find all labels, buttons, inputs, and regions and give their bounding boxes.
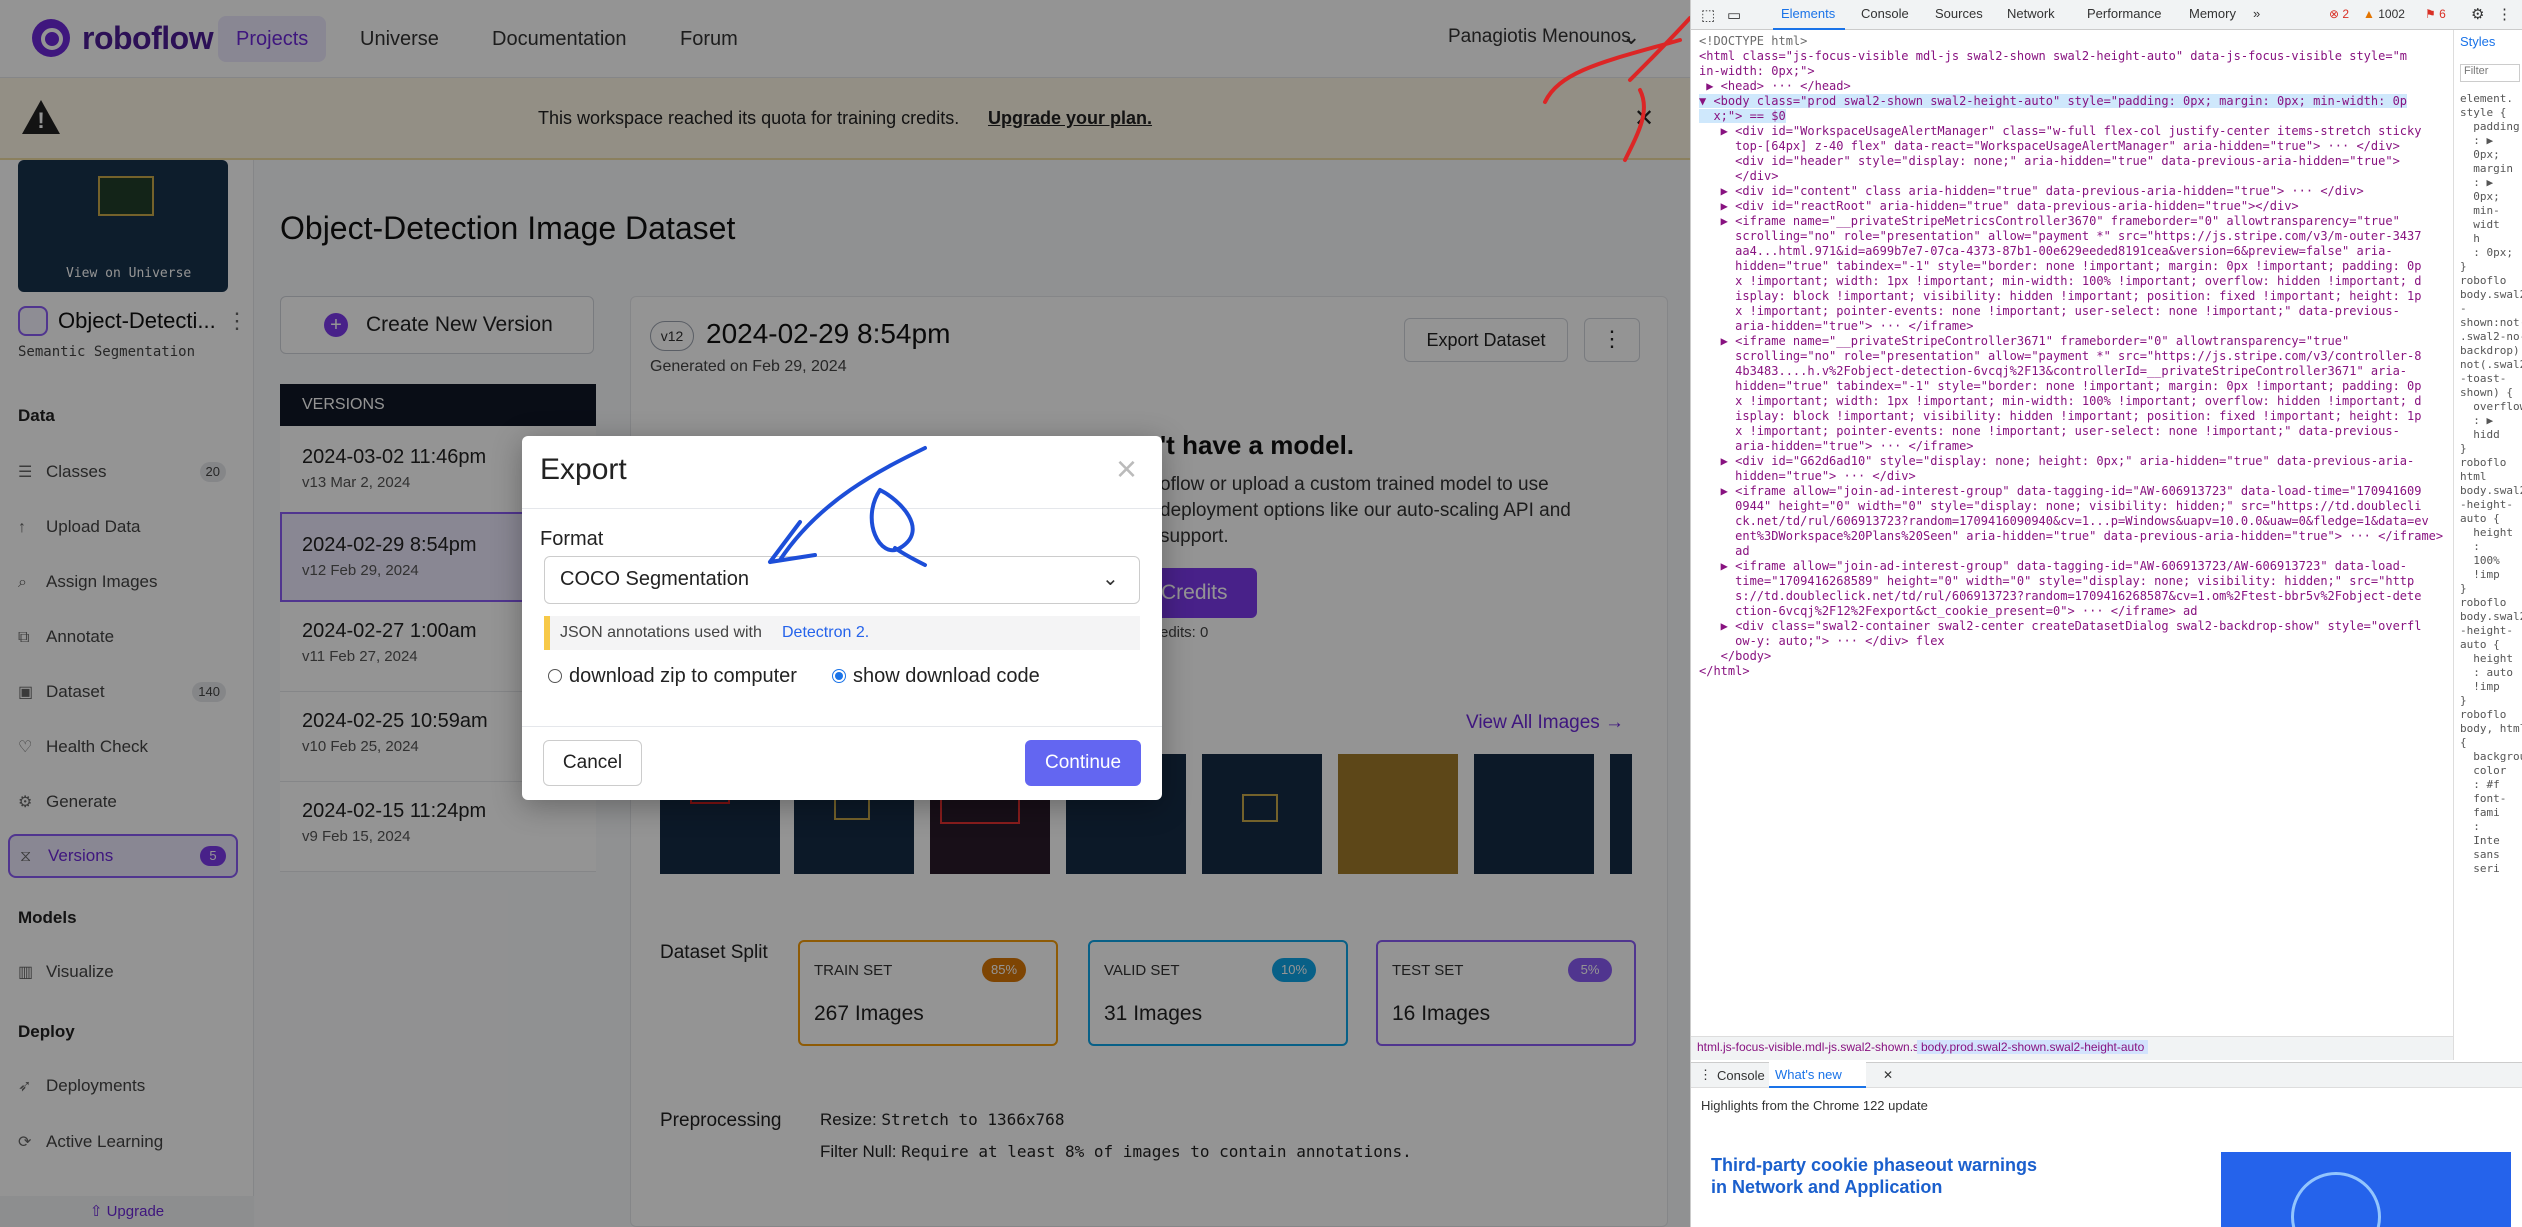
devtools-panel: ⬚ ▭ Elements Console Sources Network Per… [1690, 0, 2522, 1227]
warning-count-value: 1002 [2378, 7, 2405, 21]
kebab-menu-icon[interactable]: ⋮ [2497, 5, 2512, 23]
styles-filter[interactable]: Filter [2460, 64, 2520, 82]
gear-icon[interactable]: ⚙ [2471, 5, 2484, 23]
issues-icon: ⚑ [2425, 7, 2440, 21]
drawer-menu-icon[interactable]: ⋮ [1699, 1067, 1712, 1083]
inspect-icon[interactable]: ⬚ [1701, 6, 1715, 24]
tab-sources[interactable]: Sources [1935, 6, 1983, 21]
red-pen-arrow [1543, 16, 1690, 162]
tab-console[interactable]: Console [1861, 6, 1909, 21]
illustration-ring [2291, 1172, 2381, 1227]
device-toggle-icon[interactable]: ▭ [1727, 6, 1741, 24]
tab-elements[interactable]: Elements [1781, 6, 1835, 21]
error-icon: ⊗ [2329, 7, 2343, 21]
dom-tree-code: <!DOCTYPE html> <html class="js-focus-vi… [1699, 34, 2444, 678]
styles-tab[interactable]: Styles [2460, 34, 2495, 49]
issues-count[interactable]: ⚑ 6 [2425, 7, 2446, 21]
close-icon[interactable]: ✕ [1883, 1068, 1893, 1082]
breadcrumb-body[interactable]: body.prod.swal2-shown.swal2-height-auto [1917, 1040, 2149, 1054]
warning-count[interactable]: ▲ 1002 [2363, 7, 2405, 21]
error-count[interactable]: ⊗ 2 [2329, 7, 2349, 21]
styles-pane[interactable]: Styles Filter element. style { padding :… [2453, 30, 2522, 1060]
whats-new-title-link[interactable]: Third-party cookie phaseout warnings in … [1711, 1154, 2041, 1198]
warning-icon: ▲ [2363, 7, 2379, 21]
drawer-tab-console[interactable]: Console [1717, 1068, 1765, 1083]
styles-rules: element. style { padding : ▶ 0px; margin… [2460, 92, 2522, 875]
tab-performance[interactable]: Performance [2087, 6, 2161, 21]
issues-count-value: 6 [2439, 7, 2446, 21]
error-count-value: 2 [2342, 7, 2350, 21]
annotation-overlay [768, 16, 1690, 567]
dom-tree[interactable]: <!DOCTYPE html> <html class="js-focus-vi… [1691, 30, 2453, 1036]
tab-network[interactable]: Network [2007, 6, 2055, 21]
whats-new-header: Highlights from the Chrome 122 update [1701, 1098, 1928, 1113]
tab-memory[interactable]: Memory [2189, 6, 2236, 21]
whats-new-illustration [2221, 1152, 2511, 1227]
more-tabs-icon[interactable]: » [2253, 6, 2260, 21]
blue-pen-arrow [768, 446, 927, 567]
roboflow-app: roboflow Projects Universe Documentation… [0, 0, 1690, 1227]
drawer-tab-whats-new[interactable]: What's new [1769, 1062, 1866, 1088]
